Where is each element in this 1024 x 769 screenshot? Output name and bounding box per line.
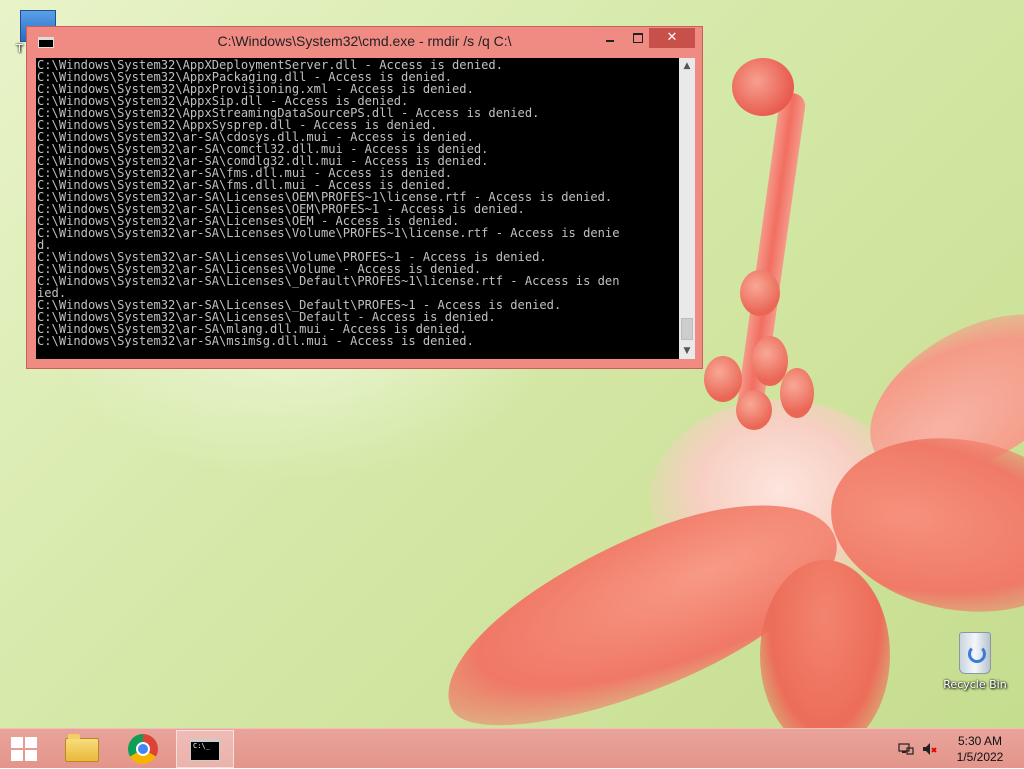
wallpaper-anther [740,270,780,316]
wallpaper-anther [780,368,814,418]
desktop-icon-recycle-bin[interactable]: Recycle Bin [940,632,1010,691]
wallpaper-petal [760,560,890,728]
close-button[interactable]: ✕ [649,28,695,48]
cmd-icon: C:\_ [190,739,220,761]
network-icon[interactable] [898,741,914,757]
scroll-up-icon[interactable]: ▲ [679,58,695,74]
close-icon: ✕ [666,30,678,45]
folder-icon [65,734,99,762]
scrollbar-thumb[interactable] [681,318,693,340]
console-lines: C:\Windows\System32\AppXDeploymentServer… [37,59,619,347]
taskbar-command-prompt[interactable]: C:\_ [176,730,234,768]
console-output[interactable]: C:\Windows\System32\AppXDeploymentServer… [36,58,679,359]
start-button[interactable] [0,729,48,769]
chrome-icon [128,734,158,764]
recycle-bin-icon [959,632,991,674]
cmd-window[interactable]: C:\Windows\System32\cmd.exe - rmdir /s /… [26,26,703,369]
minimize-button[interactable] [597,28,623,48]
window-titlebar[interactable]: C:\Windows\System32\cmd.exe - rmdir /s /… [27,27,702,57]
vertical-scrollbar[interactable]: ▲ ▼ [679,58,695,359]
clock-date: 1/5/2022 [956,750,1004,764]
volume-muted-icon[interactable] [922,741,938,757]
wallpaper-stigma [732,58,794,116]
taskbar-chrome[interactable] [114,730,172,768]
windows-logo-icon [11,737,37,761]
system-clock[interactable]: 5:30 AM 1/5/2022 [944,733,1016,765]
clock-time: 5:30 AM [957,734,1003,748]
taskbar: C:\_ 5:30 AM 1/5/2022 [0,728,1024,768]
console-line: C:\Windows\System32\ar-SA\msimsg.dll.mui… [37,334,474,348]
desktop: T Recycle Bin C:\Windows\System32\cmd.ex… [0,0,1024,728]
maximize-icon [633,33,643,43]
console-line: C:\Windows\System32\ar-SA\Licenses\Volum… [37,226,620,240]
desktop-icon-label: Recycle Bin [943,678,1007,691]
wallpaper-anther [704,356,742,402]
console-line: C:\Windows\System32\ar-SA\Licenses\_Defa… [37,274,620,288]
taskbar-file-explorer[interactable] [52,730,110,768]
maximize-button[interactable] [625,28,651,48]
minimize-icon [606,40,614,42]
wallpaper-anther [736,390,772,430]
scroll-down-icon[interactable]: ▼ [679,343,695,359]
